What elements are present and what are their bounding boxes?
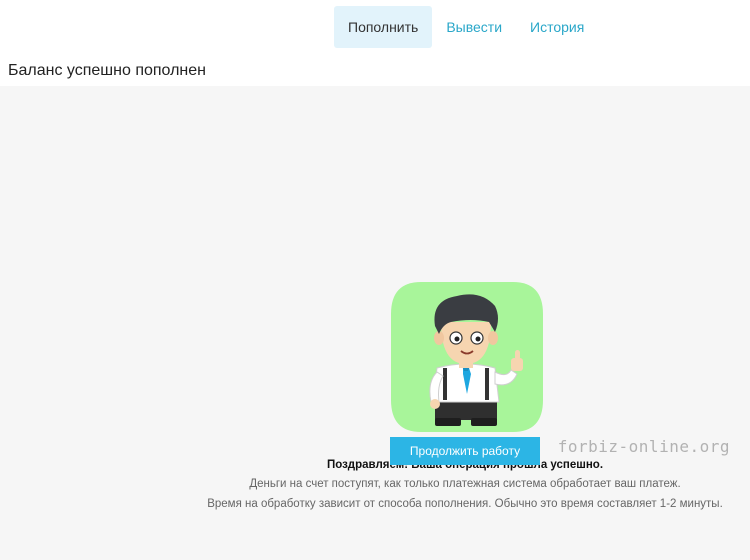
tab-bar: Пополнить Вывести История <box>334 6 598 48</box>
tab-deposit[interactable]: Пополнить <box>334 6 433 48</box>
tab-withdraw[interactable]: Вывести <box>432 6 516 48</box>
content-area: Поздравляем! Ваша операция прошла успешн… <box>0 86 750 560</box>
tab-history[interactable]: История <box>516 6 598 48</box>
success-description-line2: Время на обработку зависит от способа по… <box>207 498 723 510</box>
watermark: forbiz-online.org <box>557 437 730 456</box>
businessman-thumbs-up-icon <box>391 282 543 432</box>
continue-work-button[interactable]: Продолжить работу <box>390 437 540 465</box>
page-title: Баланс успешно пополнен <box>8 62 206 79</box>
success-description-line1: Деньги на счет поступят, как только плат… <box>249 478 681 490</box>
